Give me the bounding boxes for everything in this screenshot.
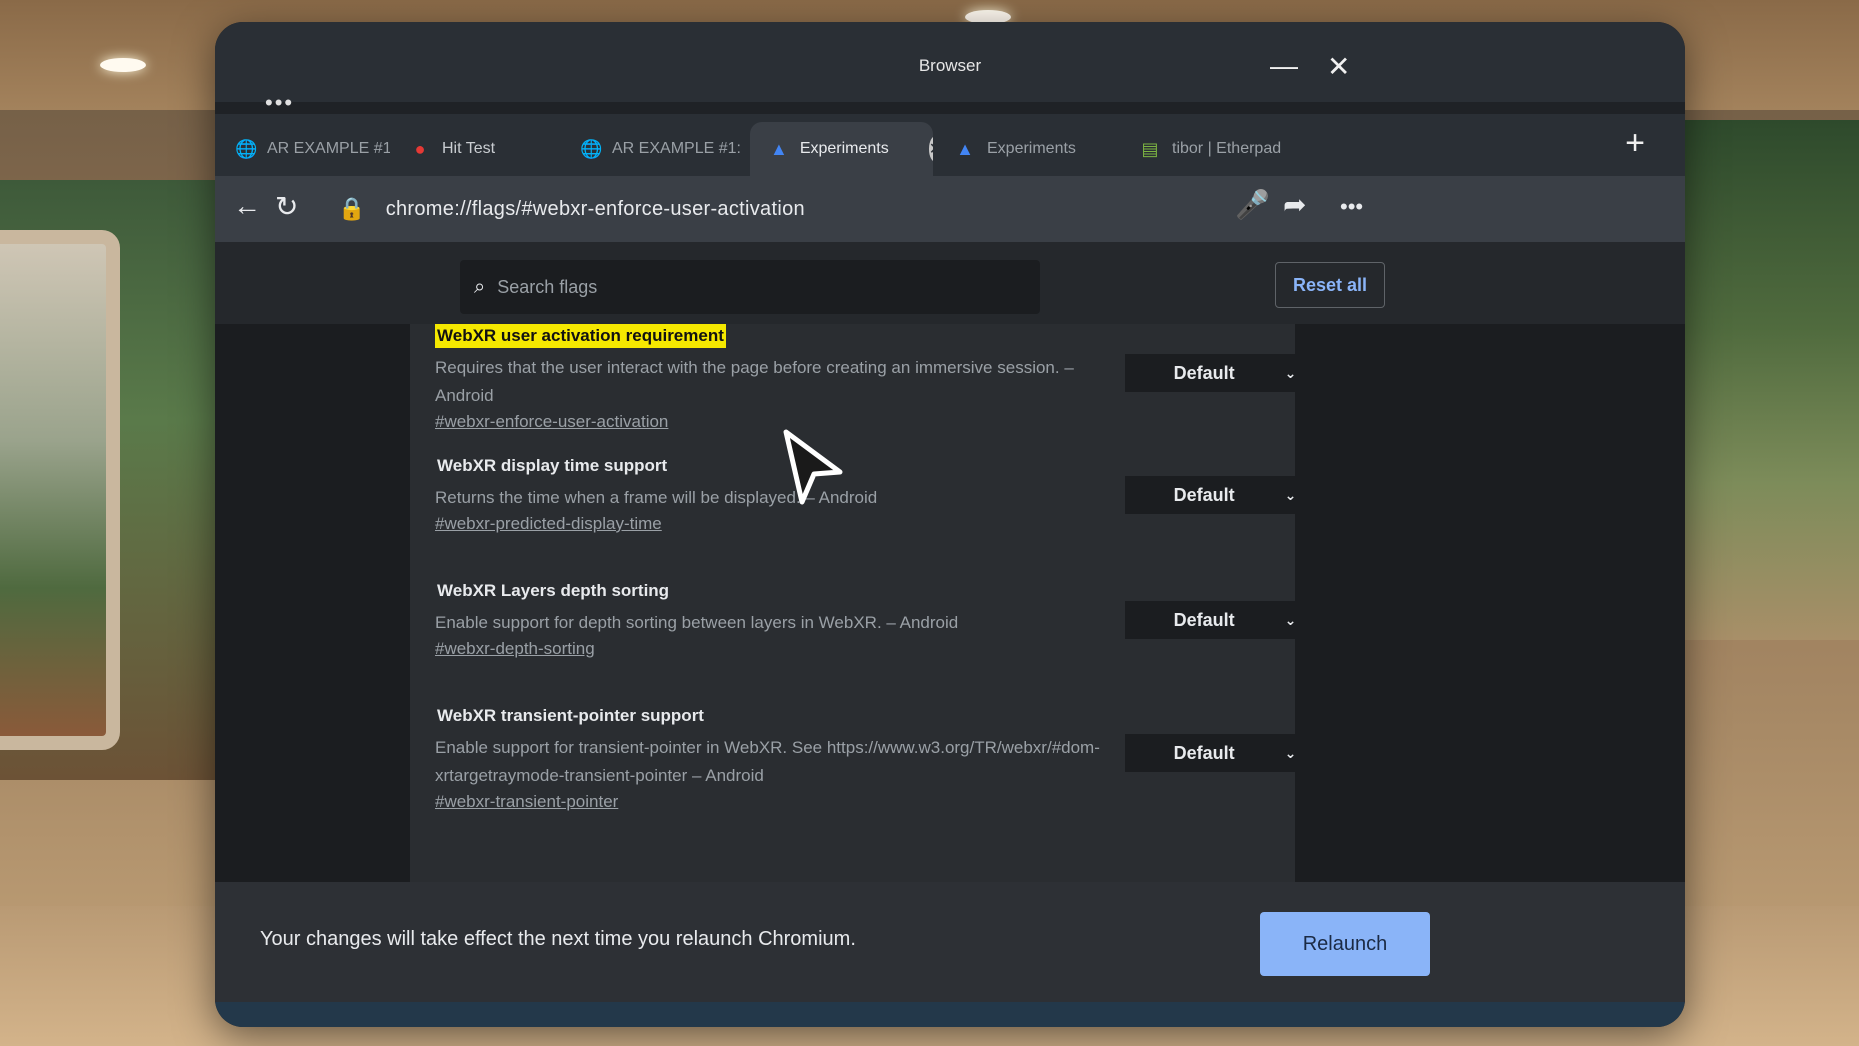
tab-strip: 🌐 AR EXAMPLE #1: He ● Hit Test 🌐 AR EXAM… <box>215 114 1685 176</box>
flag-state-select[interactable]: Default ⌄ <box>1125 601 1305 639</box>
globe-icon: 🌐 <box>580 138 603 159</box>
flags-content: WebXR user activation requirement Requir… <box>215 324 1685 882</box>
select-value: Default <box>1173 362 1235 383</box>
flag-name: WebXR Layers depth sorting <box>437 581 670 600</box>
minimize-icon[interactable]: — <box>1270 50 1298 82</box>
flag-description: Requires that the user interact with the… <box>435 358 1074 405</box>
pointer-cursor-icon <box>783 429 843 505</box>
tab-label: tibor | Etherpad <box>1172 140 1282 157</box>
flag-item: WebXR user activation requirement Requir… <box>435 324 1305 432</box>
environment-doorway <box>0 230 120 750</box>
flag-anchor-link[interactable]: #webxr-depth-sorting <box>435 639 595 659</box>
chevron-down-icon: ⌄ <box>1284 611 1297 628</box>
flag-name: WebXR transient-pointer support <box>437 706 704 725</box>
chevron-down-icon: ⌄ <box>1284 364 1297 381</box>
flag-state-select[interactable]: Default ⌄ <box>1125 476 1305 514</box>
relaunch-message: Your changes will take effect the next t… <box>260 928 856 950</box>
back-arrow-icon[interactable]: ← <box>233 190 261 222</box>
tab-ar-example-2[interactable]: 🌐 AR EXAMPLE #1: He <box>560 122 745 176</box>
flag-item: WebXR transient-pointer support Enable s… <box>435 704 1305 812</box>
etherpad-icon: ▤ <box>1141 138 1159 159</box>
tab-experiments[interactable]: ▲ Experiments <box>935 122 1125 176</box>
flask-icon: ▲ <box>956 138 974 159</box>
globe-icon: 🌐 <box>235 138 258 159</box>
tab-label: AR EXAMPLE #1: He <box>267 140 390 157</box>
flag-anchor-link[interactable]: #webxr-transient-pointer <box>435 792 618 812</box>
search-placeholder: Search flags <box>497 276 598 297</box>
select-value: Default <box>1173 742 1235 763</box>
flag-description: Enable support for depth sorting between… <box>435 613 959 632</box>
chevron-down-icon: ⌄ <box>1284 744 1297 761</box>
flags-header: ⌕ Search flags Reset all <box>215 242 1685 324</box>
title-bar: ••• Browser — ✕ <box>215 22 1685 115</box>
reset-all-button[interactable]: Reset all <box>1275 262 1385 308</box>
tab-close-icon[interactable]: ✕ <box>928 136 933 162</box>
relaunch-footer: Your changes will take effect the next t… <box>215 882 1685 1002</box>
more-options-icon[interactable]: ••• <box>1340 194 1363 220</box>
browser-window: ••• Browser — ✕ 🌐 AR EXAMPLE #1: He ● Hi… <box>215 22 1685 1027</box>
relaunch-button[interactable]: Relaunch <box>1260 912 1430 976</box>
tab-label: AR EXAMPLE #1: He <box>612 140 745 157</box>
search-flags-input[interactable]: ⌕ Search flags <box>460 260 1040 314</box>
close-icon[interactable]: ✕ <box>1327 50 1350 83</box>
window-title: Browser <box>918 56 982 75</box>
tab-experiments-active[interactable]: ▲ Experiments ✕ <box>750 122 933 176</box>
share-icon[interactable]: ➦ <box>1283 188 1306 221</box>
tab-hit-test[interactable]: ● Hit Test <box>390 122 560 176</box>
flag-state-select[interactable]: Default ⌄ <box>1125 734 1305 772</box>
search-icon: ⌕ <box>474 275 486 298</box>
flag-description: Enable support for transient-pointer in … <box>435 738 1100 785</box>
flag-anchor-link[interactable]: #webxr-enforce-user-activation <box>435 412 668 432</box>
flags-list: WebXR user activation requirement Requir… <box>410 324 1305 882</box>
flag-state-select[interactable]: Default ⌄ <box>1125 354 1305 392</box>
flag-anchor-link[interactable]: #webxr-predicted-display-time <box>435 514 662 534</box>
tab-label: Experiments <box>799 140 889 157</box>
reload-icon[interactable]: ↻ <box>275 190 298 223</box>
select-value: Default <box>1173 609 1235 630</box>
tab-label: Experiments <box>987 140 1076 157</box>
window-bottom-edge <box>215 1002 1685 1027</box>
lock-icon: 🔒 <box>338 196 366 221</box>
tab-label: Hit Test <box>442 140 496 157</box>
microphone-icon[interactable]: 🎤 <box>1235 188 1270 221</box>
toolbar: ← ↻ 🔒 chrome://flags/#webxr-enforce-user… <box>215 176 1685 242</box>
flag-item: WebXR Layers depth sorting Enable suppor… <box>435 579 1305 659</box>
new-tab-icon[interactable]: + <box>1625 124 1645 163</box>
more-horizontal-icon[interactable]: ••• <box>265 90 294 116</box>
tab-ar-example-1[interactable]: 🌐 AR EXAMPLE #1: He <box>215 122 390 176</box>
select-value: Default <box>1173 484 1235 505</box>
flag-name: WebXR user activation requirement <box>435 324 726 348</box>
flag-item: WebXR display time support Returns the t… <box>435 454 1305 534</box>
environment-forest-view <box>1659 120 1859 640</box>
tab-etherpad[interactable]: ▤ tibor | Etherpad <box>1120 122 1320 176</box>
address-bar[interactable]: 🔒 chrome://flags/#webxr-enforce-user-act… <box>320 184 1320 234</box>
apple-icon: ● <box>414 138 426 159</box>
chevron-down-icon: ⌄ <box>1284 486 1297 503</box>
url-text: chrome://flags/#webxr-enforce-user-activ… <box>385 197 805 220</box>
ceiling-light <box>100 58 146 72</box>
flask-icon: ▲ <box>770 138 788 159</box>
flag-name: WebXR display time support <box>437 456 668 475</box>
